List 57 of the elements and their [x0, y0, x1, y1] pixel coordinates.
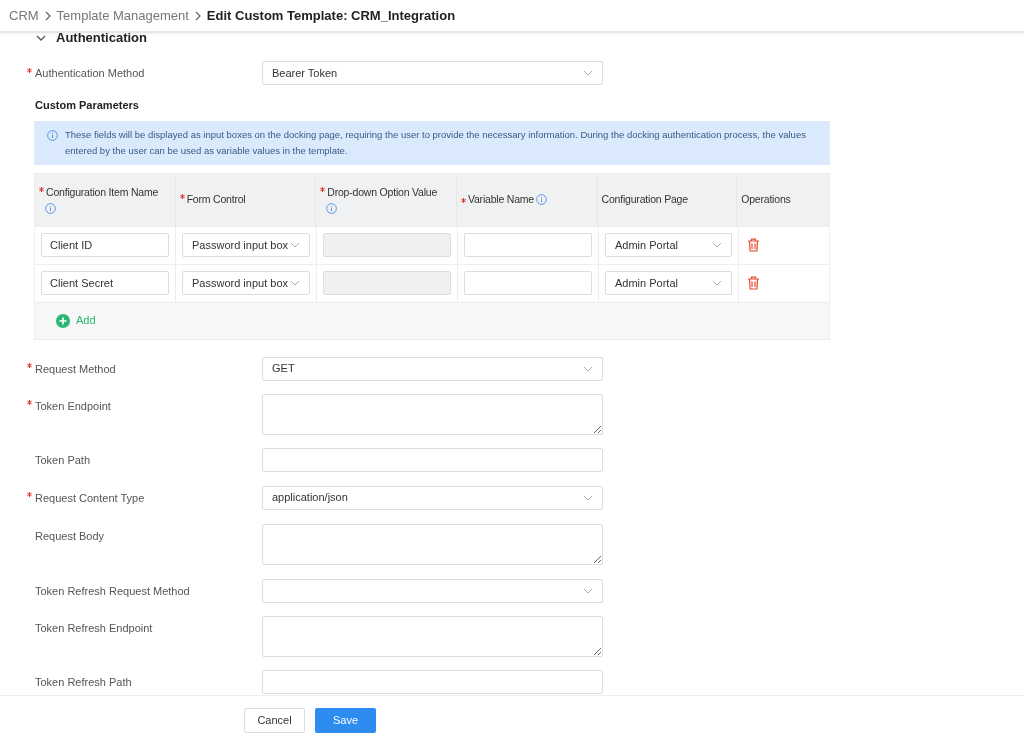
select-field[interactable]: Bearer Token [262, 61, 603, 85]
field-label: Token Refresh Endpoint [35, 620, 153, 636]
text-area[interactable] [262, 393, 603, 435]
select-field[interactable]: Admin Portal [605, 233, 732, 257]
chevron-right-icon [194, 10, 201, 21]
chevron-right-icon [44, 10, 51, 21]
field-label: Request Method [35, 361, 116, 377]
field-label: Request Content Type [35, 490, 145, 506]
input-field[interactable] [262, 669, 603, 694]
cancel-button[interactable]: Cancel [244, 708, 305, 733]
breadcrumb-item[interactable]: CRM [9, 5, 39, 26]
chevron-down-icon [583, 587, 593, 594]
delete-button[interactable] [747, 238, 760, 252]
input-field[interactable]: Client ID [41, 233, 169, 257]
input-field[interactable] [464, 233, 592, 257]
column-label: Operations [741, 191, 791, 207]
field-label: Token Refresh Path [35, 674, 132, 690]
breadcrumb-item: Edit Custom Template: CRM_Integration [206, 6, 456, 25]
subsection-title: Custom Parameters [34, 98, 140, 113]
breadcrumb-item[interactable]: Template Management [56, 5, 189, 26]
column-label: Configuration Item Name [46, 185, 159, 201]
trash-icon [747, 238, 760, 252]
chevron-down-icon [712, 242, 722, 248]
select-field[interactable]: Admin Portal [605, 271, 732, 295]
info-text: These fields will be displayed as input boxes on the docking page, requiring the user to provide the necessary information. During the docking authentication process, the values entered by the user can be used as variable values in the template. [65, 127, 807, 158]
delete-button[interactable] [747, 276, 760, 290]
text-area[interactable] [262, 615, 603, 657]
chevron-down-icon [290, 280, 300, 286]
chevron-down-icon [583, 365, 593, 372]
section-title: Authentication [56, 32, 147, 48]
select-field[interactable]: Password input box [182, 233, 310, 257]
chevron-down-icon [36, 35, 46, 41]
collapse-toggle[interactable] [36, 35, 46, 41]
field-label: Authentication Method [35, 66, 145, 81]
chevron-down-icon [712, 280, 722, 286]
chevron-down-icon [583, 494, 593, 501]
input-field[interactable] [464, 271, 592, 295]
select-field[interactable]: application/json [262, 485, 603, 510]
column-label: Drop-down Option Value [327, 185, 438, 201]
field-label: Token Endpoint [35, 398, 111, 414]
input-field[interactable]: Client Secret [41, 271, 169, 295]
text-area[interactable] [262, 523, 603, 565]
select-field[interactable] [262, 578, 603, 603]
chevron-down-icon [290, 242, 300, 248]
column-label: Variable Name [467, 191, 534, 207]
info-icon [47, 129, 58, 141]
input-field[interactable] [262, 447, 603, 472]
chevron-down-icon [583, 70, 593, 76]
field-label: Request Body [35, 528, 105, 544]
field-label: Token Path [35, 452, 91, 468]
select-field[interactable]: Password input box [182, 271, 310, 295]
plus-circle-icon [56, 313, 70, 328]
field-label: Token Refresh Request Method [35, 583, 190, 599]
column-label: Form Control [186, 191, 246, 207]
column-label: Configuration Page [601, 191, 688, 207]
select-field[interactable]: GET [262, 356, 603, 381]
trash-icon [747, 276, 760, 290]
